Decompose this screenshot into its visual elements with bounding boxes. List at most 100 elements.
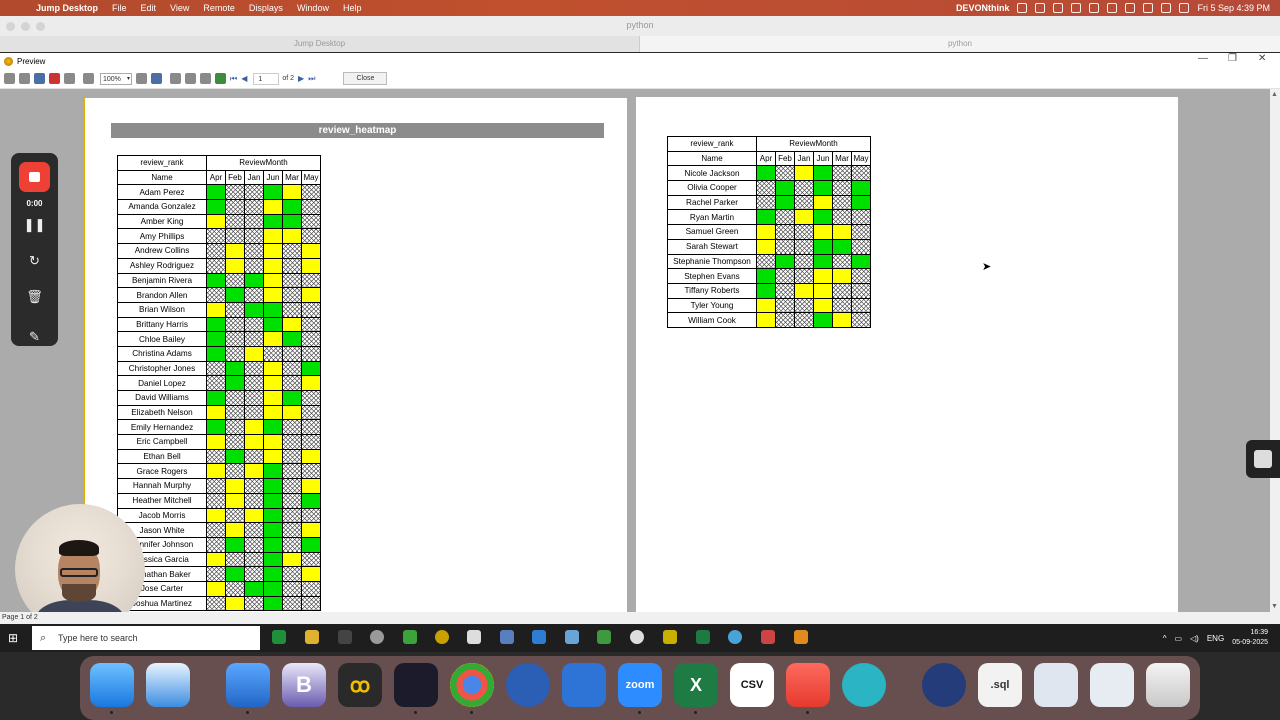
spiral-app-icon[interactable] — [842, 663, 886, 707]
taskbar-app-icon[interactable] — [728, 630, 742, 644]
close-button[interactable]: Close — [343, 72, 388, 85]
trash-icon[interactable] — [1146, 663, 1190, 707]
bbedit-icon[interactable]: B — [282, 663, 326, 707]
tray-chevron-icon[interactable]: ^ — [1163, 634, 1167, 643]
menu-window[interactable]: Window — [297, 3, 329, 13]
print-setup-icon[interactable] — [19, 73, 30, 84]
document-viewer[interactable]: review_heatmap review_rank ReviewMonth Nam… — [0, 89, 1270, 612]
status-icon[interactable] — [1107, 3, 1118, 13]
zoom-in-icon[interactable] — [83, 73, 94, 84]
single-page-icon[interactable] — [170, 73, 181, 84]
safari-icon[interactable] — [146, 663, 190, 707]
heat-cell-may — [851, 268, 871, 284]
running-indicator — [806, 711, 809, 714]
menu-edit[interactable]: Edit — [141, 3, 157, 13]
clock-app-icon[interactable] — [630, 630, 644, 644]
scroll-up-icon[interactable]: ▲ — [1271, 91, 1278, 98]
menu-app-name[interactable]: Jump Desktop — [36, 3, 98, 13]
vertical-scrollbar[interactable]: ▲ ▼ — [1270, 89, 1280, 612]
taskbar-app-icon[interactable] — [403, 630, 417, 644]
preview-window-icon[interactable] — [1090, 663, 1134, 707]
taskbar-clock[interactable]: 16:39 05-09-2025 — [1232, 628, 1268, 648]
print-icon[interactable] — [4, 73, 15, 84]
pen-icon[interactable]: ✎ — [11, 329, 58, 345]
taskbar-app-icon[interactable] — [435, 630, 449, 644]
chrome-icon[interactable] — [450, 663, 494, 707]
search-icon[interactable] — [1161, 3, 1172, 13]
prev-page-icon[interactable]: ◀ — [241, 74, 247, 83]
terminal-icon[interactable] — [338, 630, 352, 644]
vscode-icon[interactable] — [532, 630, 546, 644]
restore-icon[interactable]: ❐ — [1228, 53, 1237, 64]
devonthink-menu[interactable]: DEVONthink — [956, 3, 1010, 13]
chrome-preview-icon[interactable] — [1034, 663, 1078, 707]
menu-displays[interactable]: Displays — [249, 3, 283, 13]
xcode-tools-icon[interactable] — [562, 663, 606, 707]
edit-icon[interactable] — [215, 73, 226, 84]
taskbar-app-icon[interactable] — [370, 630, 384, 644]
scroll-down-icon[interactable]: ▼ — [1271, 603, 1278, 610]
first-page-icon[interactable]: ⏮ — [230, 74, 237, 84]
cloud-app-icon[interactable] — [786, 663, 830, 707]
pdf-icon[interactable] — [49, 73, 60, 84]
menubar-clock[interactable]: Fri 5 Sep 4:39 PM — [1197, 3, 1270, 13]
zoom-out-icon[interactable] — [136, 73, 147, 84]
next-page-icon[interactable]: ▶ — [298, 74, 304, 83]
taskbar-app-icon[interactable] — [663, 630, 677, 644]
menu-help[interactable]: Help — [343, 3, 362, 13]
windows-start-icon[interactable]: ⊞ — [8, 631, 18, 645]
sql-file-icon[interactable]: .sql — [978, 663, 1022, 707]
status-icon[interactable] — [1089, 3, 1100, 13]
file-explorer-icon[interactable] — [305, 630, 319, 644]
volume-icon[interactable]: ◁) — [1190, 634, 1199, 643]
menu-view[interactable]: View — [170, 3, 189, 13]
csv-editor-icon[interactable]: CSV — [730, 663, 774, 707]
excel-icon[interactable]: X — [674, 663, 718, 707]
network-icon[interactable]: ▭ — [1174, 634, 1182, 643]
taskbar-app-icon[interactable] — [500, 630, 514, 644]
python-app-icon[interactable] — [794, 630, 808, 644]
close-icon[interactable]: ✕ — [1258, 53, 1266, 64]
bookmarks-icon[interactable] — [226, 663, 270, 707]
tab-python[interactable]: python — [640, 36, 1280, 52]
language-indicator[interactable]: ENG — [1207, 634, 1224, 643]
trash-icon[interactable]: 🗑 — [11, 289, 58, 305]
status-icon[interactable] — [1071, 3, 1082, 13]
last-page-icon[interactable]: ⏭ — [308, 74, 315, 84]
status-icon[interactable] — [1035, 3, 1046, 13]
taskbar-app-icon[interactable] — [565, 630, 579, 644]
status-icon[interactable] — [1125, 3, 1136, 13]
wifi-icon[interactable] — [1143, 3, 1154, 13]
menu-remote[interactable]: Remote — [203, 3, 235, 13]
two-page-icon[interactable] — [185, 73, 196, 84]
control-center-icon[interactable] — [1179, 3, 1190, 13]
stop-icon[interactable] — [19, 162, 50, 192]
find-icon[interactable] — [64, 73, 75, 84]
jump-desktop-icon[interactable] — [394, 663, 438, 707]
taskbar-app-icon[interactable] — [597, 630, 611, 644]
taskbar-app-icon[interactable] — [761, 630, 775, 644]
minimize-icon[interactable]: — — [1198, 53, 1208, 64]
status-icon[interactable] — [1017, 3, 1028, 13]
fit-page-icon[interactable] — [151, 73, 162, 84]
save-icon[interactable] — [34, 73, 45, 84]
tab-jump-desktop[interactable]: Jump Desktop — [0, 36, 640, 52]
restart-icon[interactable]: ↻ — [11, 253, 58, 269]
lasso-icon[interactable]: ꝏ — [338, 663, 382, 707]
menu-file[interactable]: File — [112, 3, 127, 13]
pause-icon[interactable]: ❚❚ — [11, 217, 58, 233]
taskbar-app-icon[interactable] — [272, 630, 286, 644]
status-icon[interactable] — [1053, 3, 1064, 13]
taskbar-search-input[interactable]: ⌕ Type here to search — [32, 626, 260, 650]
taskbar-app-icon[interactable] — [467, 630, 481, 644]
finder-icon[interactable] — [90, 663, 134, 707]
excel-icon[interactable] — [696, 630, 710, 644]
zoom-select[interactable]: 100% — [100, 72, 132, 85]
side-notes-tab[interactable] — [1246, 440, 1280, 478]
zoom-icon[interactable]: zoom — [618, 663, 662, 707]
page-number-input[interactable]: 1 — [253, 72, 280, 85]
heat-cell-jun — [263, 213, 283, 230]
multi-page-icon[interactable] — [200, 73, 211, 84]
1password-icon[interactable] — [506, 663, 550, 707]
1password-7-icon[interactable] — [922, 663, 966, 707]
